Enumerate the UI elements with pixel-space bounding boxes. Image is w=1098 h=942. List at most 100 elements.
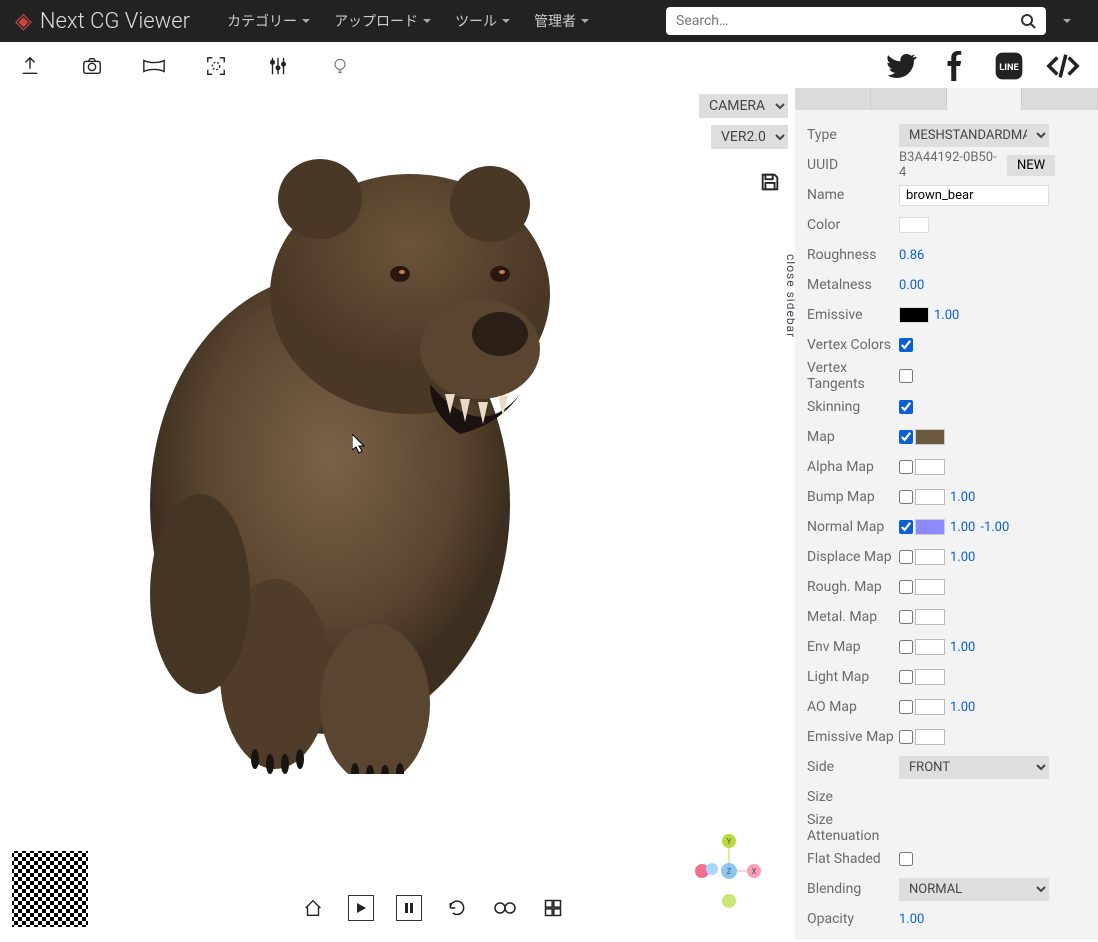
alphamap-label: Alpha Map bbox=[807, 459, 899, 475]
flatshaded-label: Flat Shaded bbox=[807, 851, 899, 867]
nav-admin[interactable]: 管理者 bbox=[522, 11, 601, 31]
save-icon[interactable] bbox=[759, 171, 781, 193]
envmap-texture[interactable] bbox=[915, 639, 945, 655]
envmap-value[interactable]: 1.00 bbox=[950, 640, 975, 655]
camera-select[interactable]: CAMERA bbox=[699, 94, 788, 118]
upload-icon[interactable] bbox=[18, 54, 42, 78]
nav-category[interactable]: カテゴリー bbox=[215, 11, 322, 31]
roughmap-texture[interactable] bbox=[915, 579, 945, 595]
roughmap-checkbox[interactable] bbox=[899, 580, 913, 594]
vertex-tangents-label: Vertex Tangents bbox=[807, 360, 899, 392]
emissive-value[interactable]: 1.00 bbox=[934, 308, 959, 323]
blending-select[interactable]: NORMAL bbox=[899, 878, 1049, 901]
brand-text: Next CG Viewer bbox=[40, 9, 190, 34]
qr-code[interactable] bbox=[12, 851, 88, 927]
type-select[interactable]: MESHSTANDARDMAT bbox=[899, 124, 1049, 147]
sidebar-tab-4[interactable] bbox=[1022, 88, 1098, 110]
version-select[interactable]: VER2.0 bbox=[711, 125, 788, 149]
map-checkbox[interactable] bbox=[899, 430, 913, 444]
displacemap-texture[interactable] bbox=[915, 549, 945, 565]
color-swatch[interactable] bbox=[899, 217, 929, 233]
bumpmap-value[interactable]: 1.00 bbox=[950, 490, 975, 505]
name-input[interactable] bbox=[899, 185, 1049, 206]
brand[interactable]: ◈ Next CG Viewer bbox=[15, 9, 190, 34]
alphamap-checkbox[interactable] bbox=[899, 460, 913, 474]
map-texture[interactable] bbox=[915, 429, 945, 445]
lightbulb-icon[interactable] bbox=[328, 54, 352, 78]
sliders-icon[interactable] bbox=[266, 54, 290, 78]
side-label: Side bbox=[807, 759, 899, 775]
skinning-checkbox[interactable] bbox=[899, 400, 913, 414]
pause-button[interactable] bbox=[396, 895, 422, 921]
camera-icon[interactable] bbox=[80, 54, 104, 78]
playback-bar bbox=[300, 895, 566, 921]
play-button[interactable] bbox=[348, 895, 374, 921]
emissivemap-checkbox[interactable] bbox=[899, 730, 913, 744]
twitter-icon[interactable] bbox=[884, 49, 918, 83]
displacemap-checkbox[interactable] bbox=[899, 550, 913, 564]
displacemap-value[interactable]: 1.00 bbox=[950, 550, 975, 565]
svg-text:Y: Y bbox=[727, 837, 732, 846]
metalmap-checkbox[interactable] bbox=[899, 610, 913, 624]
aomap-label: AO Map bbox=[807, 699, 899, 715]
normalmap-texture[interactable] bbox=[915, 519, 945, 535]
vertex-tangents-checkbox[interactable] bbox=[899, 369, 913, 383]
new-button[interactable]: NEW bbox=[1007, 155, 1055, 176]
flatshaded-checkbox[interactable] bbox=[899, 852, 913, 866]
emissivemap-label: Emissive Map bbox=[807, 729, 899, 745]
nav-upload[interactable]: アップロード bbox=[322, 11, 443, 31]
viewport-dropdowns: CAMERA VER2.0 bbox=[699, 94, 788, 149]
aomap-value[interactable]: 1.00 bbox=[950, 700, 975, 715]
name-label: Name bbox=[807, 187, 899, 203]
aomap-checkbox[interactable] bbox=[899, 700, 913, 714]
lightmap-checkbox[interactable] bbox=[899, 670, 913, 684]
type-label: Type bbox=[807, 127, 899, 143]
sidebar-tab-1[interactable] bbox=[795, 88, 871, 110]
search-box[interactable] bbox=[666, 7, 1046, 35]
sidebar-tab-2[interactable] bbox=[871, 88, 947, 110]
metalness-label: Metalness bbox=[807, 277, 899, 293]
roughness-value[interactable]: 0.86 bbox=[899, 248, 924, 263]
metalness-value[interactable]: 0.00 bbox=[899, 278, 924, 293]
user-menu[interactable] bbox=[1046, 19, 1083, 23]
3d-viewport[interactable]: CAMERA VER2.0 close sidebar Y X Z bbox=[0, 89, 795, 939]
metalmap-texture[interactable] bbox=[915, 609, 945, 625]
home-icon[interactable] bbox=[300, 895, 326, 921]
emissive-swatch[interactable] bbox=[899, 307, 929, 323]
facebook-icon[interactable] bbox=[938, 49, 972, 83]
alphamap-texture[interactable] bbox=[915, 459, 945, 475]
social-icons: LINE bbox=[884, 49, 1080, 83]
focus-icon[interactable] bbox=[204, 54, 228, 78]
lightmap-texture[interactable] bbox=[915, 669, 945, 685]
bumpmap-label: Bump Map bbox=[807, 489, 899, 505]
reload-icon[interactable] bbox=[444, 895, 470, 921]
side-select[interactable]: FRONT bbox=[899, 756, 1049, 779]
map-label: Map bbox=[807, 429, 899, 445]
metalmap-label: Metal. Map bbox=[807, 609, 899, 625]
aomap-texture[interactable] bbox=[915, 699, 945, 715]
opacity-value[interactable]: 1.00 bbox=[899, 912, 924, 927]
envmap-checkbox[interactable] bbox=[899, 640, 913, 654]
emissive-label: Emissive bbox=[807, 307, 899, 323]
emissivemap-texture[interactable] bbox=[915, 729, 945, 745]
search-icon[interactable] bbox=[1020, 13, 1036, 29]
normalmap-label: Normal Map bbox=[807, 519, 899, 535]
normalmap-value2[interactable]: -1.00 bbox=[980, 520, 1009, 535]
panorama-icon[interactable] bbox=[142, 54, 166, 78]
fullscreen-icon[interactable] bbox=[540, 895, 566, 921]
normalmap-value1[interactable]: 1.00 bbox=[950, 520, 975, 535]
svg-text:LINE: LINE bbox=[999, 62, 1019, 73]
axis-gizmo[interactable]: Y X Z bbox=[689, 831, 769, 911]
normalmap-checkbox[interactable] bbox=[899, 520, 913, 534]
search-input[interactable] bbox=[676, 13, 1020, 29]
top-navbar: ◈ Next CG Viewer カテゴリー アップロード ツール 管理者 bbox=[0, 0, 1098, 42]
bumpmap-checkbox[interactable] bbox=[899, 490, 913, 504]
vr-icon[interactable] bbox=[492, 895, 518, 921]
bumpmap-texture[interactable] bbox=[915, 489, 945, 505]
nav-tools[interactable]: ツール bbox=[443, 11, 522, 31]
sidebar-tab-3[interactable] bbox=[947, 88, 1023, 110]
line-icon[interactable]: LINE bbox=[992, 49, 1026, 83]
embed-icon[interactable] bbox=[1046, 49, 1080, 83]
vertex-colors-label: Vertex Colors bbox=[807, 337, 899, 353]
vertex-colors-checkbox[interactable] bbox=[899, 338, 913, 352]
